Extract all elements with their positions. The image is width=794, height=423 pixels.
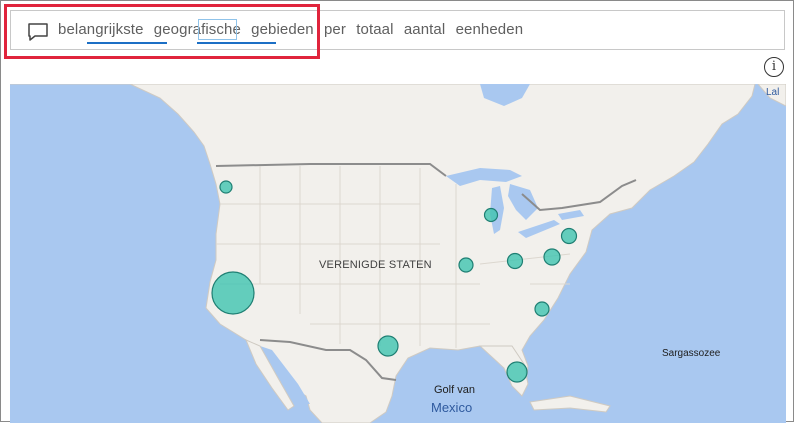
map-bubble[interactable] — [458, 257, 474, 273]
chat-bubble-icon — [28, 23, 48, 41]
qa-word: gebieden — [251, 21, 314, 38]
map-bubble[interactable] — [534, 301, 550, 317]
map-bubble[interactable] — [543, 248, 561, 266]
qa-word: per — [323, 21, 346, 38]
map-bubble[interactable] — [506, 361, 528, 383]
qa-question-text[interactable]: belangrijkste geografische gebieden per … — [58, 21, 529, 38]
country-label: VERENIGDE STATEN — [319, 259, 432, 271]
info-icon[interactable]: i — [764, 57, 784, 77]
term-underline — [197, 42, 276, 44]
term-underline — [87, 42, 167, 44]
qa-word: belangrijkste — [58, 21, 144, 38]
map-bubble[interactable] — [219, 180, 233, 194]
qa-word: eenheden — [455, 21, 524, 38]
map-visual[interactable]: VERENIGDE STATEN Sargassozee Golf van Me… — [10, 84, 786, 423]
sea-label: Sargassozee — [662, 348, 721, 359]
text-cursor-box — [198, 19, 237, 40]
qa-word: aantal — [403, 21, 446, 38]
map-bubble[interactable] — [483, 207, 499, 223]
qa-word: totaal — [356, 21, 394, 38]
map-bubble[interactable] — [506, 252, 524, 270]
map-bubble[interactable] — [211, 271, 255, 315]
gulf-label-line1: Golf van — [434, 384, 475, 396]
corner-label: Lal — [766, 87, 780, 98]
map-bubble[interactable] — [560, 227, 578, 245]
map-canvas — [10, 84, 786, 423]
map-bubble[interactable] — [377, 335, 399, 357]
gulf-label-line2: Mexico — [431, 400, 473, 415]
